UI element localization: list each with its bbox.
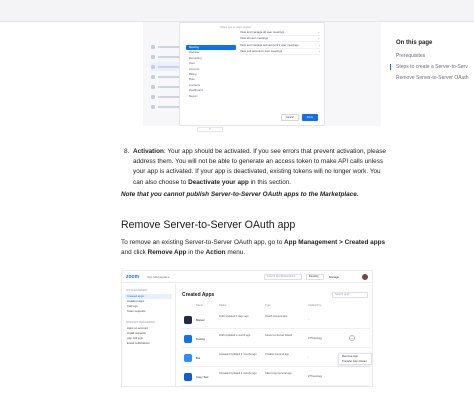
app-icon	[184, 354, 192, 362]
toc-link[interactable]: Remove Server-to-Server OAuth	[396, 75, 474, 81]
app-icon	[184, 316, 192, 324]
avatar[interactable]	[362, 274, 368, 280]
toc-link[interactable]: Prerequisites	[396, 53, 474, 59]
scopes-screenshot: Select one or more scopes Meeting Webina…	[143, 22, 381, 126]
nav-group-label: ADMIN APP MANAGEMENT	[126, 322, 156, 324]
marketplace-note: Note that you cannot publish Server-to-S…	[121, 191, 359, 198]
scope-row[interactable]: View sub account's user meetings ›	[240, 49, 320, 55]
table-row[interactable]: Marvel Draft Updated 2 days ago OAuth Ge…	[182, 311, 370, 329]
nav-group-label: APP MANAGEMENT	[126, 290, 148, 292]
table-row[interactable]: Copy Test Activated Updated 3 months ago…	[182, 368, 370, 386]
deactivate-app-link: Deactivate your app	[188, 178, 249, 186]
search-input[interactable]: Search App Marketplace	[264, 274, 302, 280]
chevron-down-icon: ⌄	[317, 29, 320, 34]
develop-dropdown[interactable]: Develop	[306, 274, 324, 280]
app-icon	[184, 335, 192, 343]
toc-link[interactable]: Steps to create a Server-to-Serv	[390, 64, 474, 70]
step-lead: Activation	[133, 148, 164, 155]
add-scopes-dialog: Select one or more scopes Meeting Webina…	[179, 22, 325, 126]
toc-title: On this page	[396, 40, 433, 46]
more-actions-icon[interactable]: ⋯	[349, 335, 355, 341]
cancel-button[interactable]: Cancel	[280, 114, 299, 121]
step-number: 8.	[124, 148, 130, 155]
created-apps-screenshot: zoom App Marketplace Search App Marketpl…	[121, 270, 373, 387]
step-text-end: in this section.	[248, 178, 292, 186]
page-title: Created Apps	[182, 292, 215, 298]
zoom-logo: zoom	[126, 274, 140, 280]
chevron-right-icon: ›	[319, 42, 320, 47]
table-header: Name Status Type Updated by	[196, 304, 322, 307]
chevron-right-icon: ›	[319, 49, 320, 54]
top-bar	[0, 0, 474, 22]
marketplace-label: App Marketplace	[147, 275, 170, 279]
remove-instructions: To remove an existing Server-to-Server O…	[121, 239, 386, 257]
section-title: Remove Server-to-Server OAuth app	[121, 219, 296, 231]
app-icon	[184, 373, 192, 381]
marketplace-sidebar: APP MANAGEMENT Created apps Installed ap…	[122, 284, 176, 386]
transfer-owner-menu-item[interactable]: Transfer App Owner	[339, 359, 371, 364]
footer-select: ▾	[197, 127, 223, 132]
step-8: 8. Activation: Your app should be activa…	[121, 147, 386, 188]
on-this-page: On this page Prerequisites Steps to crea…	[390, 40, 474, 86]
nav-item[interactable]: Team requests	[125, 309, 172, 314]
manage-link[interactable]: Manage	[329, 274, 339, 280]
screenshot-footer: ▾	[178, 126, 318, 134]
apps-search-input[interactable]: Search apps	[332, 292, 368, 298]
nav-item[interactable]: Email notifications	[125, 341, 172, 346]
action-menu: Remove App Transfer App Owner	[338, 353, 372, 365]
scope-list: View and manage all user meetings ⌄ View …	[240, 29, 320, 55]
table-row[interactable]: Testing Draft Updated a month ago Server…	[182, 330, 370, 348]
marketplace-header: zoom App Marketplace Search App Marketpl…	[122, 271, 372, 283]
scope-categories: Meeting Webinar Recording User Account B…	[186, 45, 236, 99]
done-button[interactable]: Done	[301, 114, 318, 121]
chevron-down-icon: ⌄	[317, 36, 320, 41]
category-item[interactable]: Report	[186, 94, 236, 99]
